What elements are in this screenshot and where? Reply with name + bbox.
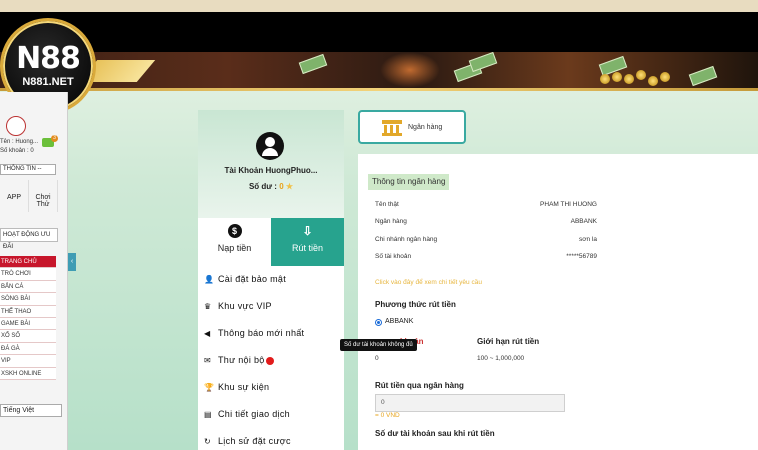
limit-col-value: 100 ~ 1,000,000 (477, 355, 525, 362)
tab-withdraw[interactable]: ⇩ Rút tiền (271, 218, 344, 266)
menu-item-news[interactable]: ◀ Thông báo mới nhất (198, 320, 344, 347)
language-select[interactable]: Tiếng Việt (0, 404, 62, 417)
info-row: Chi nhánh ngân hàng sơn la (375, 236, 597, 243)
notification-count: 3 (51, 135, 58, 142)
details-link[interactable]: Click vào đây để xem chi tiết yêu cầu (375, 279, 482, 286)
avatar (256, 132, 284, 160)
nav-item-home[interactable]: TRANG CHỦ (0, 256, 56, 269)
converted-amount: = 0 VND (375, 412, 400, 419)
info-row: Tên thật PHAM THI HUONG (375, 201, 597, 208)
bank-method-button[interactable]: Ngân hàng (358, 110, 466, 144)
menu-item-vip[interactable]: ♛ Khu vực VIP (198, 293, 344, 320)
left-nav-list: TRANG CHỦ TRÒ CHƠI BẮN CÁ SÒNG BÀI THỂ T… (0, 256, 56, 380)
tab-withdraw-label: Rút tiền (291, 243, 324, 253)
menu-item-label: Lịch sử đặt cược (218, 436, 291, 446)
menu-item-label: Thư nội bộ (218, 355, 265, 365)
nav-item-xskh[interactable]: XSKH ONLINE (0, 367, 56, 380)
info-select[interactable]: THÔNG TIN -- (0, 164, 56, 175)
tab-deposit-label: Nạp tiền (217, 243, 252, 253)
amount-input[interactable]: 0 (375, 394, 565, 412)
info-row: Số tài khoản *****56789 (375, 253, 597, 260)
menu-item-transactions[interactable]: ▤ Chi tiết giao dịch (198, 401, 344, 428)
profile-name: Tài Khoản HuongPhuo... (224, 166, 318, 175)
withdraw-bank-title: Rút tiền qua ngân hàng (375, 381, 464, 390)
limit-col-label: Giới hạn rút tiền (477, 337, 540, 346)
menu-item-label: Thông báo mới nhất (218, 328, 305, 338)
envelope-icon: ✉ (204, 356, 212, 365)
withdraw-card: Thông tin ngân hàng Tên thật PHAM THI HU… (358, 154, 758, 450)
info-label: Chi nhánh ngân hàng (375, 236, 438, 243)
hand-coin-icon: ⇩ (302, 224, 313, 238)
megaphone-icon: ◀ (204, 329, 211, 338)
menu-item-events[interactable]: 🏆 Khu sự kiện (198, 374, 344, 401)
account-balance: Số khoản : 0 (0, 148, 34, 154)
menu-item-label: Khu sự kiện (218, 382, 270, 392)
menu-item-bet-history[interactable]: ↻ Lịch sử đặt cược (198, 428, 344, 450)
app-button[interactable]: APP (0, 180, 29, 212)
after-balance-title: Số dư tài khoản sau khi rút tiền (375, 429, 495, 438)
app-links: APP Chơi Thử (0, 180, 58, 212)
play-free-button[interactable]: Chơi Thử (29, 180, 58, 212)
insufficient-balance-tooltip: Số dư tài khoản không đủ (340, 339, 417, 351)
balance-col-value: 0 (375, 355, 379, 362)
info-label: Số tài khoản (375, 253, 412, 260)
logo-domain: N881.NET (22, 76, 74, 88)
top-strip (0, 0, 758, 12)
left-sidebar: Tên : Huong... Số khoản : 0 3 THÔNG TIN … (0, 92, 68, 450)
nav-item-vip[interactable]: VIP (0, 355, 56, 368)
banner-gold-line (0, 88, 758, 91)
account-menu: 👤 Cài đặt bảo mật ♛ Khu vực VIP ◀ Thông báo… (198, 266, 344, 450)
receipt-icon: ▤ (204, 410, 212, 419)
balance-label: Số dư : (248, 182, 277, 191)
account-panel: Tài Khoản HuongPhuo... Số dư : 0 ★ $ Nạp… (198, 110, 344, 450)
header-bar (0, 12, 758, 52)
nav-item-games[interactable]: TRÒ CHƠI (0, 268, 56, 281)
nav-item-fishing[interactable]: BẮN CÁ (0, 280, 56, 294)
nav-item-casino[interactable]: SÒNG BÀI (0, 293, 56, 306)
nav-item-card-games[interactable]: GAME BÀI (0, 317, 56, 331)
menu-item-security[interactable]: 👤 Cài đặt bảo mật (198, 266, 344, 293)
menu-item-label: Cài đặt bảo mật (218, 274, 287, 284)
user-lock-icon: 👤 (204, 275, 215, 284)
method-radio-label: ABBANK (385, 318, 414, 325)
crown-icon: ♛ (204, 302, 212, 311)
info-label: Tên thật (375, 201, 399, 208)
nav-item-sports[interactable]: THỂ THAO (0, 305, 56, 318)
nav-item-cockfight[interactable]: ĐÁ GÀ (0, 342, 56, 356)
info-value: PHAM THI HUONG (540, 201, 597, 208)
info-value: *****56789 (566, 253, 597, 260)
balance-value: 0 (279, 182, 284, 191)
bank-icon (382, 120, 402, 136)
info-row: Ngân hàng ABBANK (375, 218, 597, 225)
dollar-icon: $ (227, 224, 242, 238)
info-label: Ngân hàng (375, 218, 407, 225)
menu-item-label: Chi tiết giao dịch (218, 409, 290, 419)
info-value: ABBANK (570, 218, 597, 225)
info-value: sơn la (579, 236, 597, 243)
promotions-button[interactable]: HOẠT ĐỘNG ƯU ĐÃI (0, 228, 58, 250)
profile-balance: Số dư : 0 ★ (198, 182, 344, 191)
history-icon: ↻ (204, 437, 212, 446)
menu-item-inbox[interactable]: ✉ Thư nội bộ (198, 347, 344, 374)
profile-header: Tài Khoản HuongPhuo... Số dư : 0 ★ (198, 110, 344, 218)
method-radio[interactable] (375, 319, 382, 326)
shield-icon (6, 116, 26, 136)
logo-mark: N88 (16, 41, 81, 76)
unread-dot (265, 356, 274, 365)
trophy-icon: 🏆 (204, 383, 215, 392)
menu-item-label: Khu vực VIP (218, 301, 272, 311)
bank-button-label: Ngân hàng (408, 124, 443, 131)
withdraw-method-title: Phương thức rút tiền (375, 300, 456, 309)
collapse-sidebar-button[interactable]: ‹ (68, 253, 76, 271)
tab-deposit[interactable]: $ Nạp tiền (198, 218, 271, 266)
nav-item-lottery[interactable]: XỔ SỐ (0, 330, 56, 343)
bank-info-title: Thông tin ngân hàng (368, 174, 450, 190)
coin-icon: ★ (285, 182, 294, 191)
